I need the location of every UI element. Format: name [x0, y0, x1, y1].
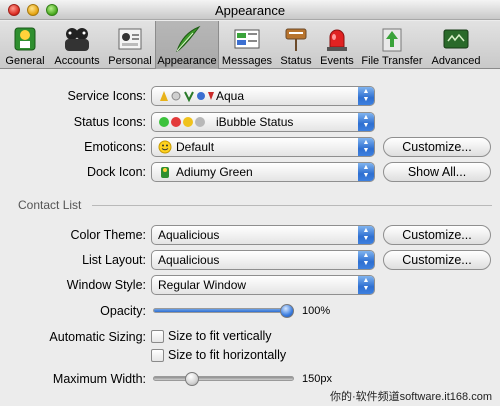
window-style-label: Window Style: [66, 278, 146, 292]
status-icons-preview [158, 115, 214, 130]
color-theme-label: Color Theme: [70, 228, 147, 242]
contact-list-section-title: Contact List [18, 198, 82, 212]
size-fit-horizontally-checkbox[interactable] [151, 349, 164, 362]
size-fit-vertically-checkbox[interactable] [151, 330, 164, 343]
maximum-width-value: 150px [302, 373, 332, 385]
chevron-updown-icon: ▲ ▼ [358, 87, 374, 105]
chevron-updown-icon: ▲ ▼ [358, 138, 374, 156]
opacity-slider-fill [154, 309, 293, 312]
size-fit-horizontally-label[interactable]: Size to fit horizontally [168, 348, 286, 362]
general-icon [14, 27, 36, 51]
toolbar-general[interactable]: General [2, 21, 48, 69]
window-title: Appearance [214, 3, 286, 18]
chevron-updown-icon: ▲ ▼ [358, 276, 374, 294]
toolbar-appearance[interactable]: Appearance [155, 21, 219, 69]
toolbar-status[interactable]: Status [276, 21, 316, 69]
personal-icon [118, 28, 142, 50]
adiumy-duck-icon [158, 165, 172, 180]
status-icons-label: Status Icons: [73, 115, 146, 129]
status-icon [285, 28, 307, 51]
list-layout-label: List Layout: [82, 253, 146, 267]
toolbar-file-transfer[interactable]: File Transfer [358, 21, 426, 69]
emoticons-customize-button[interactable]: Customize... [383, 137, 491, 157]
opacity-label: Opacity: [100, 304, 146, 318]
smiley-icon [158, 140, 172, 155]
status-icons-popup[interactable]: iBubble Status ▲ ▼ [151, 112, 375, 132]
opacity-slider[interactable] [153, 308, 294, 313]
chevron-updown-icon: ▲ ▼ [358, 113, 374, 131]
maximum-width-label: Maximum Width: [52, 372, 146, 386]
emoticons-label: Emoticons: [84, 140, 146, 154]
toolbar-personal[interactable]: Personal [106, 21, 154, 69]
toolbar-accounts[interactable]: Accounts [50, 21, 104, 69]
advanced-icon [443, 29, 469, 49]
list-layout-popup[interactable]: Aqualicious ▲ ▼ [151, 250, 375, 270]
appearance-icon [176, 25, 201, 52]
maximum-width-slider[interactable] [153, 376, 294, 381]
maximum-width-slider-knob[interactable] [184, 372, 199, 386]
file-transfer-icon [382, 28, 402, 52]
size-fit-vertically-label[interactable]: Size to fit vertically [168, 329, 272, 343]
messages-icon [234, 29, 260, 49]
service-icons-popup[interactable]: Aqua ▲ ▼ [151, 86, 375, 106]
title-bar: Appearance [0, 0, 500, 20]
events-icon [327, 29, 347, 51]
preferences-window: Appearance General Accounts Personal App… [0, 0, 500, 406]
toolbar-events[interactable]: Events [318, 21, 356, 69]
toolbar-messages[interactable]: Messages [220, 21, 274, 69]
dock-icon-label: Dock Icon: [86, 165, 146, 179]
opacity-value: 100% [302, 305, 331, 317]
service-icons-preview [158, 89, 216, 104]
chevron-updown-icon: ▲ ▼ [358, 163, 374, 181]
color-theme-popup[interactable]: Aqualicious ▲ ▼ [151, 225, 375, 245]
section-divider [92, 205, 492, 206]
dock-icon-popup[interactable]: Adiumy Green ▲ ▼ [151, 162, 375, 182]
watermark: 你的·软件频道software.it168.com [330, 391, 492, 403]
accounts-icon [65, 28, 89, 51]
service-icons-label: Service Icons: [67, 89, 146, 103]
emoticons-popup[interactable]: Default ▲ ▼ [151, 137, 375, 157]
show-all-button[interactable]: Show All... [383, 162, 491, 182]
service-icons-preview-icon [160, 91, 214, 103]
color-theme-customize-button[interactable]: Customize... [383, 225, 491, 245]
chevron-updown-icon: ▲ ▼ [358, 251, 374, 269]
automatic-sizing-label: Automatic Sizing: [49, 330, 146, 344]
toolbar-advanced[interactable]: Advanced [428, 21, 484, 69]
status-bubbles-icon [159, 117, 205, 127]
opacity-slider-knob[interactable] [280, 304, 294, 318]
list-layout-customize-button[interactable]: Customize... [383, 250, 491, 270]
chevron-updown-icon: ▲ ▼ [358, 226, 374, 244]
window-style-popup[interactable]: Regular Window ▲ ▼ [151, 275, 375, 295]
preferences-toolbar: General Accounts Personal Appearance Mes… [0, 21, 500, 69]
